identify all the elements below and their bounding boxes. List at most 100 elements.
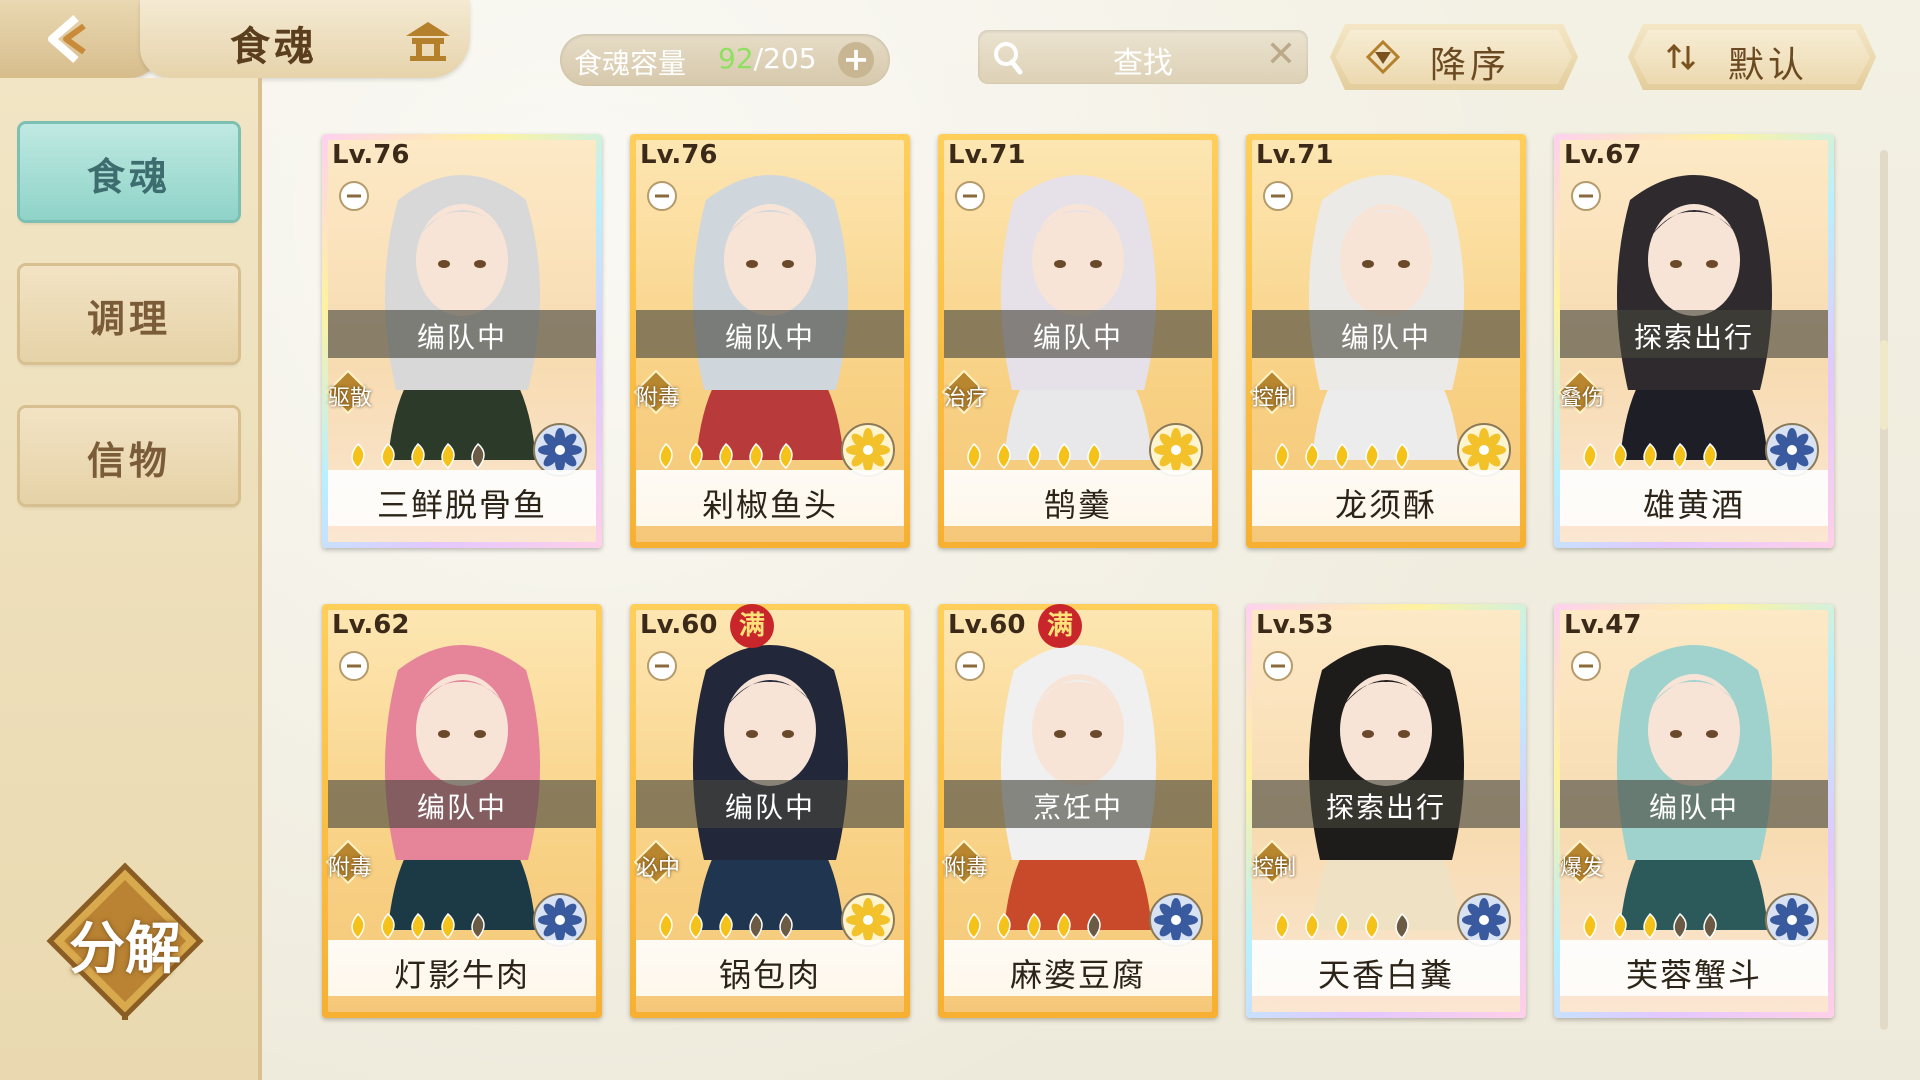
star-rating <box>659 442 793 470</box>
name-band: 麻婆豆腐 <box>944 940 1212 996</box>
card-status: 编队中 <box>1032 321 1123 354</box>
bowl-slot-icon <box>1571 181 1601 211</box>
flame-star-icon <box>1275 912 1289 940</box>
flame-star-icon <box>779 442 793 470</box>
flame-star-icon <box>1365 912 1379 940</box>
top-bar: 食魂 食魂容量 92/205 + 查找 ✕ 降序 默认 <box>0 0 1920 118</box>
sort-order-label: 降序 <box>1430 45 1511 86</box>
card-level: Lv.47 <box>1564 610 1642 640</box>
card-role: 叠伤 <box>1559 386 1604 411</box>
flame-star-icon <box>1087 442 1101 470</box>
flame-star-icon <box>967 442 981 470</box>
star-rating <box>1583 442 1717 470</box>
flame-star-icon <box>659 912 673 940</box>
flame-star-icon <box>1613 912 1627 940</box>
card-level: Lv.60 <box>948 610 1026 640</box>
name-band: 三鲜脱骨鱼 <box>328 470 596 526</box>
flame-star-icon <box>749 912 763 940</box>
card-status: 烹饪中 <box>1032 791 1123 824</box>
flame-star-icon <box>1583 442 1597 470</box>
back-arrow-icon <box>48 14 86 64</box>
card-role: 附毒 <box>943 856 988 881</box>
flame-star-icon <box>1057 912 1071 940</box>
clear-icon[interactable]: ✕ <box>1266 34 1296 75</box>
food-soul-card[interactable]: Lv.60 满烹饪中附毒麻婆豆腐 <box>938 604 1218 1018</box>
name-band: 雄黄酒 <box>1560 470 1828 526</box>
capacity-current: 92 <box>718 42 754 75</box>
flame-star-icon <box>1087 912 1101 940</box>
sidebar-item-food-souls[interactable]: 食魂 <box>20 124 238 220</box>
food-soul-card[interactable]: Lv.71 编队中 治疗 鹄羹 <box>938 134 1218 548</box>
flame-star-icon <box>1613 442 1627 470</box>
flame-star-icon <box>1027 442 1041 470</box>
full-badge: 满 <box>1038 604 1082 648</box>
bowl-slot-icon <box>647 181 677 211</box>
capacity-add-button[interactable]: + <box>838 42 874 78</box>
food-soul-card[interactable]: Lv.60 满编队中 必中 锅包肉 <box>630 604 910 1018</box>
flame-star-icon <box>411 912 425 940</box>
back-button[interactable] <box>0 0 160 78</box>
sidebar-item-tokens[interactable]: 信物 <box>20 408 238 504</box>
sort-arrows-icon <box>1666 43 1696 71</box>
sidebar-item-conditioning[interactable]: 调理 <box>20 266 238 362</box>
sidebar-item-label: 调理 <box>86 297 171 341</box>
name-band: 锅包肉 <box>636 940 904 996</box>
card-status: 编队中 <box>724 791 815 824</box>
flame-star-icon <box>997 442 1011 470</box>
food-soul-card[interactable]: Lv.67 探索出行叠伤雄黄酒 <box>1554 134 1834 548</box>
scrollbar-thumb[interactable] <box>1880 340 1888 430</box>
name-band: 灯影牛肉 <box>328 940 596 996</box>
star-rating <box>1275 442 1409 470</box>
search-input[interactable]: 查找 ✕ <box>978 30 1308 84</box>
scrollbar[interactable] <box>1880 150 1888 1030</box>
card-name: 麻婆豆腐 <box>1009 956 1146 994</box>
flame-star-icon <box>1703 912 1717 940</box>
sort-order-button[interactable]: 降序 <box>1330 24 1578 90</box>
flame-star-icon <box>997 912 1011 940</box>
full-badge: 满 <box>730 604 774 648</box>
food-soul-card[interactable]: Lv.76 编队中 附毒 剁椒鱼头 <box>630 134 910 548</box>
card-level: Lv.60 <box>640 610 718 640</box>
flame-star-icon <box>1305 442 1319 470</box>
flame-star-icon <box>689 442 703 470</box>
flame-star-icon <box>1703 442 1717 470</box>
card-level: Lv.71 <box>1256 140 1334 170</box>
flame-star-icon <box>441 912 455 940</box>
flame-star-icon <box>1305 912 1319 940</box>
flame-star-icon <box>471 442 485 470</box>
name-band: 芙蓉蟹斗 <box>1560 940 1828 996</box>
card-name: 芙蓉蟹斗 <box>1625 956 1762 994</box>
flame-star-icon <box>1643 442 1657 470</box>
food-soul-card[interactable]: Lv.76 编队中 驱散 三鲜脱骨鱼 <box>322 134 602 548</box>
sort-mode-button[interactable]: 默认 <box>1628 24 1876 90</box>
capacity-total: /205 <box>753 42 817 75</box>
sidebar-item-label: 食魂 <box>86 155 171 199</box>
triangle-down-icon <box>1366 40 1400 74</box>
card-level: Lv.62 <box>332 610 410 640</box>
flame-star-icon <box>659 442 673 470</box>
status-band: 探索出行 <box>1252 780 1520 828</box>
food-soul-card[interactable]: Lv.47 编队中 爆发 芙蓉蟹斗 <box>1554 604 1834 1018</box>
flame-star-icon <box>1673 442 1687 470</box>
name-band: 剁椒鱼头 <box>636 470 904 526</box>
status-band: 探索出行 <box>1560 310 1828 358</box>
bowl-slot-icon <box>955 181 985 211</box>
food-soul-card[interactable]: Lv.71 编队中 控制 龙须酥 <box>1246 134 1526 548</box>
name-band: 龙须酥 <box>1252 470 1520 526</box>
status-band: 编队中 <box>636 310 904 358</box>
card-name: 灯影牛肉 <box>393 956 530 994</box>
food-soul-card[interactable]: Lv.62 编队中 附毒 灯影牛肉 <box>322 604 602 1018</box>
star-rating <box>967 912 1101 940</box>
flame-star-icon <box>1673 912 1687 940</box>
flame-star-icon <box>719 912 733 940</box>
star-rating <box>351 912 485 940</box>
card-status: 编队中 <box>1648 791 1739 824</box>
flame-star-icon <box>1335 442 1349 470</box>
card-status: 编队中 <box>1340 321 1431 354</box>
pavilion-icon[interactable] <box>400 16 456 64</box>
card-level: Lv.67 <box>1564 140 1642 170</box>
star-rating <box>967 442 1101 470</box>
card-status: 编队中 <box>724 321 815 354</box>
food-soul-card[interactable]: Lv.53 探索出行 控制 天香白糞 <box>1246 604 1526 1018</box>
card-role: 附毒 <box>635 386 680 411</box>
